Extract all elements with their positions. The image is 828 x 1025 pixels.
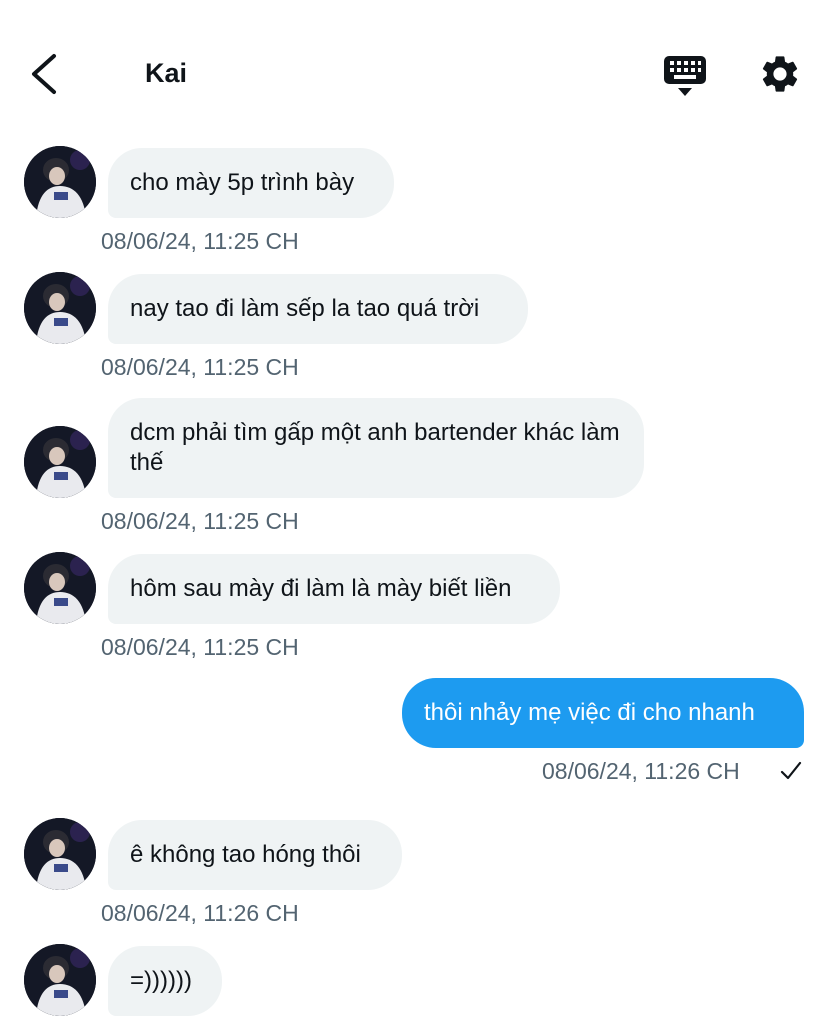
message-bubble[interactable]: ê không tao hóng thôi	[108, 820, 402, 890]
avatar[interactable]	[24, 272, 96, 344]
message-bubble[interactable]: nay tao đi làm sếp la tao quá trời	[108, 274, 528, 344]
message-bubble[interactable]: hôm sau mày đi làm là mày biết liền	[108, 554, 560, 624]
message-timestamp: 08/06/24, 11:25 CH	[101, 634, 299, 660]
message-bubble[interactable]: dcm phải tìm gấp một anh bartender khác …	[108, 398, 644, 498]
message-bubble[interactable]: =))))))	[108, 946, 222, 1016]
message-timestamp: 08/06/24, 11:26 CH	[542, 758, 740, 784]
message-text: nay tao đi làm sếp la tao quá trời	[130, 295, 480, 322]
avatar-photo	[24, 552, 96, 624]
back-arrow-icon[interactable]	[26, 50, 66, 98]
avatar[interactable]	[24, 146, 96, 218]
avatar-photo	[24, 146, 96, 218]
conversation-title[interactable]: Kai	[145, 58, 187, 89]
avatar[interactable]	[24, 552, 96, 624]
avatar-photo	[24, 272, 96, 344]
avatar[interactable]	[24, 944, 96, 1016]
message-timestamp: 08/06/24, 11:25 CH	[101, 508, 299, 534]
gear-icon[interactable]	[758, 52, 802, 96]
message-text: cho mày 5p trình bày	[130, 169, 355, 196]
message-text: hôm sau mày đi làm là mày biết liền	[130, 575, 512, 602]
avatar-photo	[24, 818, 96, 890]
avatar[interactable]	[24, 818, 96, 890]
message-text: thôi nhảy mẹ việc đi cho nhanh	[424, 699, 755, 726]
avatar-photo	[24, 944, 96, 1016]
message-text: =))))))	[130, 967, 192, 994]
message-text: dcm phải tìm gấp một anh bartender khác …	[130, 419, 620, 476]
conversation-header: Kai	[0, 0, 828, 140]
message-bubble-sent[interactable]: thôi nhảy mẹ việc đi cho nhanh	[402, 678, 804, 748]
message-timestamp: 08/06/24, 11:26 CH	[101, 900, 299, 926]
message-timestamp: 08/06/24, 11:25 CH	[101, 228, 299, 254]
message-bubble[interactable]: cho mày 5p trình bày	[108, 148, 394, 218]
message-timestamp: 08/06/24, 11:25 CH	[101, 354, 299, 380]
keyboard-icon[interactable]	[662, 54, 708, 98]
message-text: ê không tao hóng thôi	[130, 841, 361, 868]
avatar-photo	[24, 426, 96, 498]
checkmark-icon	[780, 761, 802, 780]
avatar[interactable]	[24, 426, 96, 498]
